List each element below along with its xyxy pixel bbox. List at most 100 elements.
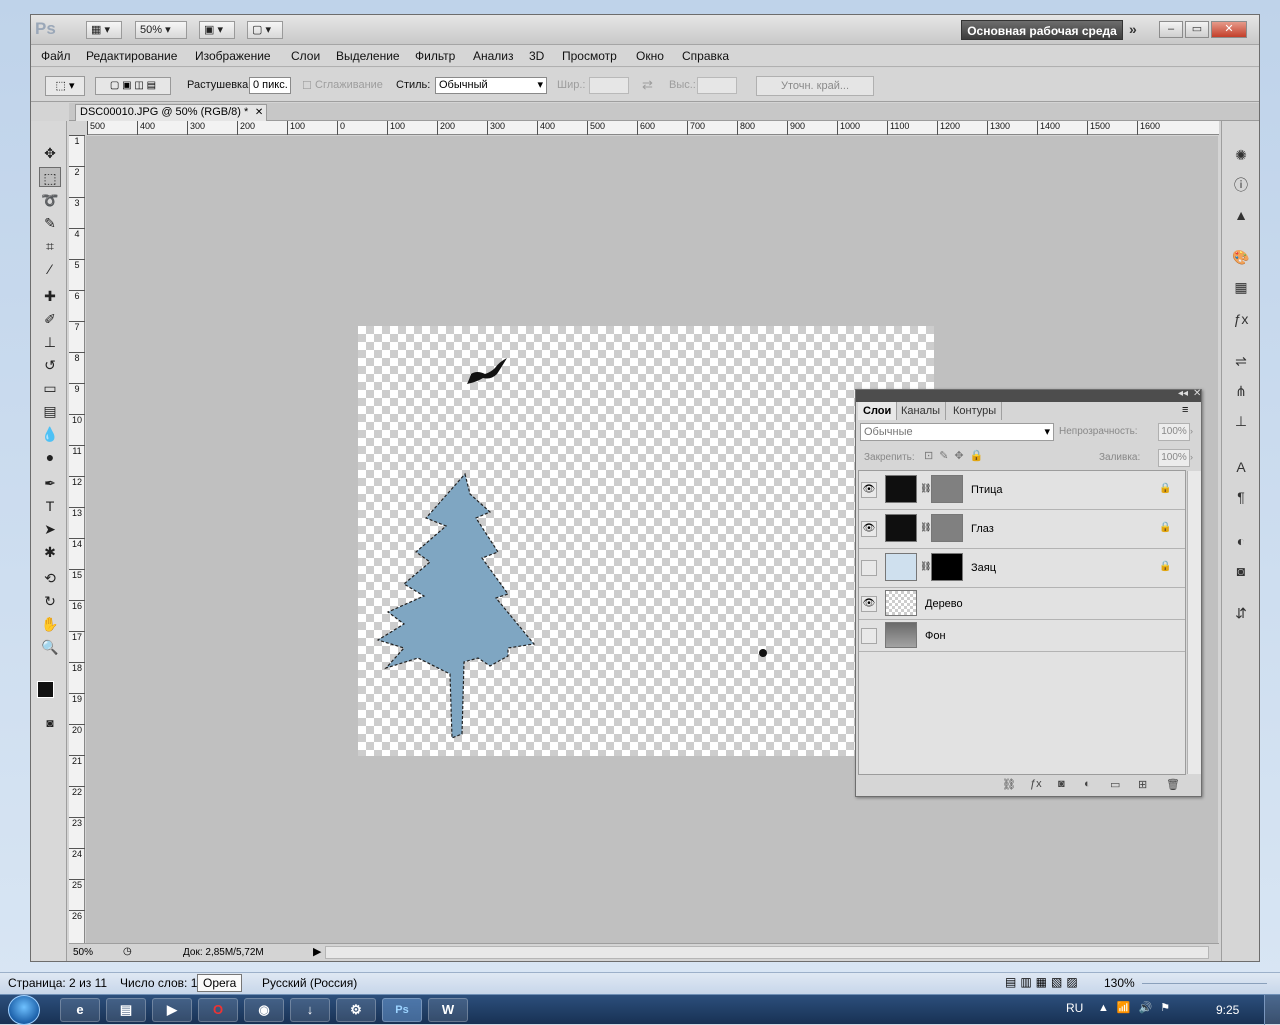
history-icon[interactable]: ⇵: [1230, 603, 1252, 623]
info-icon[interactable]: ⓘ: [1230, 175, 1252, 195]
panel-menu-icon[interactable]: ≡: [1182, 404, 1188, 416]
tab-layers[interactable]: Слои: [858, 402, 898, 420]
layers-panel-header[interactable]: ◂◂ ✕: [856, 388, 1201, 402]
3d-orbit-tool-icon[interactable]: ↻: [39, 591, 61, 611]
masks-icon[interactable]: ⋔: [1230, 381, 1252, 401]
move-tool-icon[interactable]: ✥: [39, 143, 61, 163]
dodge-tool-icon[interactable]: ●: [39, 447, 61, 467]
character-icon[interactable]: A: [1230, 457, 1252, 477]
styles-icon[interactable]: ƒx: [1230, 309, 1252, 329]
adjustment-layer-icon[interactable]: ◐: [1084, 778, 1091, 790]
close-icon[interactable]: ✕: [1193, 388, 1201, 399]
word-taskbar-icon[interactable]: W: [428, 998, 468, 1022]
document-canvas[interactable]: [358, 326, 934, 756]
selection-mode-buttons[interactable]: ▢ ▣ ◫ ▤: [95, 77, 171, 95]
tool-preset-picker[interactable]: ⬚ ▾: [45, 76, 85, 96]
menu-select[interactable]: Выделение: [336, 49, 400, 63]
delete-layer-icon[interactable]: 🗑: [1166, 778, 1180, 791]
feather-input[interactable]: 0 пикс.: [249, 77, 291, 94]
quick-mask-icon[interactable]: ◙: [39, 713, 61, 733]
zoom-tool-icon[interactable]: 🔍: [39, 637, 61, 657]
workspace-button[interactable]: Основная рабочая среда: [961, 20, 1123, 40]
clock[interactable]: 9:25: [1216, 1003, 1239, 1017]
tab-channels[interactable]: Каналы: [896, 402, 947, 420]
view-mode-icons[interactable]: ▤▥▦▧▨: [1005, 975, 1082, 989]
layer-row[interactable]: ⛓ Заяц 🔒: [859, 549, 1185, 588]
style-select[interactable]: Обычный ▾: [435, 77, 547, 94]
menu-help[interactable]: Справка: [682, 49, 729, 63]
explorer-icon[interactable]: ▤: [106, 998, 146, 1022]
3d-rotate-tool-icon[interactable]: ⟲: [39, 568, 61, 588]
language-indicator[interactable]: Русский (Россия): [262, 976, 357, 990]
document-tab[interactable]: DSC00010.JPG @ 50% (RGB/8) * ✕: [75, 104, 268, 121]
clone-source-icon[interactable]: ⊥: [1230, 411, 1252, 431]
layer-comps-icon[interactable]: ◐: [1230, 531, 1252, 551]
visibility-toggle[interactable]: [861, 560, 877, 576]
swap-icon[interactable]: ⇄: [642, 77, 653, 93]
menu-filter[interactable]: Фильтр: [415, 49, 455, 63]
ie-icon[interactable]: e: [60, 998, 100, 1022]
menu-layers[interactable]: Слои: [291, 49, 320, 63]
new-group-icon[interactable]: ▭: [1110, 778, 1120, 791]
maximize-button[interactable]: ▭: [1185, 21, 1209, 38]
link-layers-icon[interactable]: ⛓: [1002, 778, 1016, 791]
history-brush-tool-icon[interactable]: ↺: [39, 355, 61, 375]
foreground-color-swatch[interactable]: [37, 681, 54, 698]
opera-icon[interactable]: O: [198, 998, 238, 1022]
opacity-slider-arrow-icon[interactable]: ›: [1190, 426, 1193, 436]
fill-input[interactable]: 100%: [1158, 449, 1190, 467]
adjustments-icon[interactable]: ⇌: [1230, 351, 1252, 371]
layer-row[interactable]: Фон: [859, 620, 1185, 652]
page-count[interactable]: Страница: 2 из 11: [8, 976, 107, 990]
lasso-tool-icon[interactable]: ➰: [39, 190, 61, 210]
screen-mode-button[interactable]: ▢ ▾: [247, 21, 283, 39]
eraser-tool-icon[interactable]: ▭: [39, 378, 61, 398]
close-button[interactable]: ✕: [1211, 21, 1247, 38]
layer-row[interactable]: 👁 ⛓ Глаз 🔒: [859, 510, 1185, 549]
layer-style-icon[interactable]: ƒx: [1030, 778, 1042, 790]
histogram-icon[interactable]: ▲: [1230, 205, 1252, 225]
custom-shape-tool-icon[interactable]: ✱: [39, 542, 61, 562]
tab-paths[interactable]: Контуры: [948, 402, 1003, 420]
eye-icon[interactable]: 👁: [861, 521, 877, 537]
visibility-toggle[interactable]: [861, 628, 877, 644]
paragraph-icon[interactable]: ¶: [1230, 487, 1252, 507]
launch-bridge-button[interactable]: ▦ ▾: [86, 21, 122, 39]
status-info-icon[interactable]: ◷: [123, 946, 132, 957]
torrent-icon[interactable]: ↓: [290, 998, 330, 1022]
blur-tool-icon[interactable]: 💧: [39, 424, 61, 444]
zoom-level-dropdown[interactable]: 50% ▾: [135, 21, 187, 39]
width-input[interactable]: [589, 77, 629, 94]
quick-selection-tool-icon[interactable]: ✎: [39, 213, 61, 233]
navigator-icon[interactable]: ✺: [1230, 145, 1252, 165]
add-mask-icon[interactable]: ◙: [1058, 778, 1065, 790]
photoshop-taskbar-icon[interactable]: Ps: [382, 998, 422, 1022]
fill-slider-arrow-icon[interactable]: ›: [1190, 452, 1193, 462]
workspace-more-icon[interactable]: »: [1129, 21, 1137, 37]
chrome-icon[interactable]: ◉: [244, 998, 284, 1022]
collapse-icon[interactable]: ◂◂: [1178, 388, 1188, 399]
menu-view[interactable]: Просмотр: [562, 49, 617, 63]
status-menu-arrow-icon[interactable]: ▶: [313, 945, 321, 958]
new-layer-icon[interactable]: ⊞: [1138, 778, 1147, 791]
marquee-tool-icon[interactable]: ⬚: [39, 167, 61, 187]
brush-tool-icon[interactable]: ✐: [39, 309, 61, 329]
clone-stamp-tool-icon[interactable]: ⊥: [39, 332, 61, 352]
color-icon[interactable]: 🎨: [1230, 247, 1252, 267]
height-input[interactable]: [697, 77, 737, 94]
eye-icon[interactable]: 👁: [861, 596, 877, 612]
pen-tool-icon[interactable]: ✒: [39, 473, 61, 493]
lock-options-icons[interactable]: ⊡✎✥🔒: [924, 449, 989, 462]
close-icon[interactable]: ✕: [255, 105, 263, 120]
hand-tool-icon[interactable]: ✋: [39, 614, 61, 634]
network-app-icon[interactable]: ⚙: [336, 998, 376, 1022]
antialias-checkbox[interactable]: ☐: [302, 79, 312, 92]
status-zoom[interactable]: 50%: [73, 947, 93, 958]
gradient-tool-icon[interactable]: ▤: [39, 401, 61, 421]
eyedropper-tool-icon[interactable]: ⁄: [39, 259, 61, 279]
menu-3d[interactable]: 3D: [529, 49, 544, 63]
type-tool-icon[interactable]: T: [39, 496, 61, 516]
start-button[interactable]: [8, 995, 40, 1025]
menu-file[interactable]: Файл: [41, 49, 71, 63]
healing-brush-tool-icon[interactable]: ✚: [39, 286, 61, 306]
